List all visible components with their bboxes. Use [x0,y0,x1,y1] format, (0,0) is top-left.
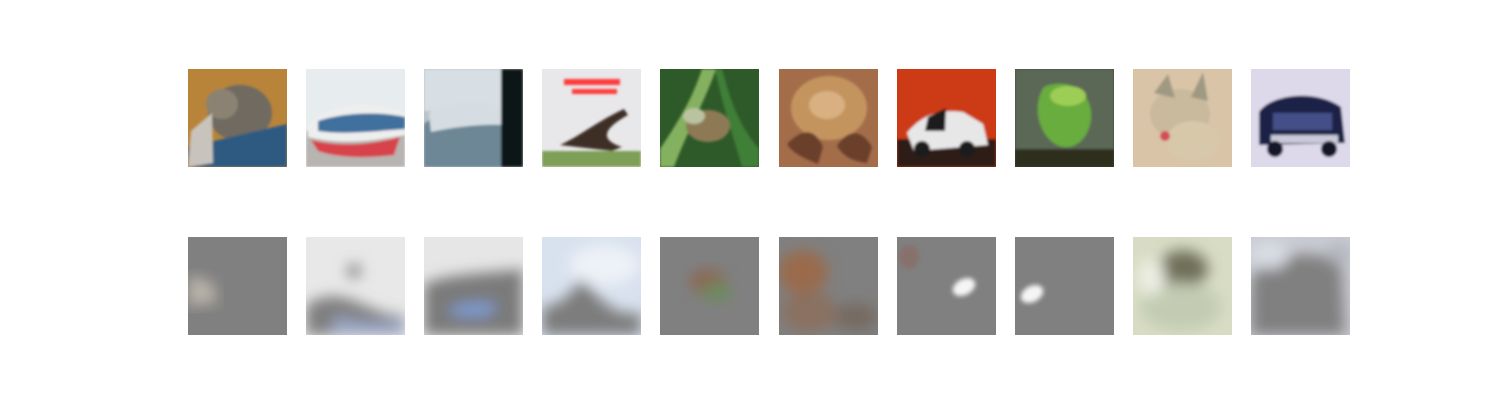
originals-image-7 [897,69,996,167]
reconstructions-tile-1 [188,237,287,335]
originals-row [188,69,1350,167]
reconstructions-tile-10 [1251,237,1350,335]
image-grid [0,0,1500,400]
reconstructions-image-2 [306,237,405,335]
reconstructions-tile-7 [897,237,996,335]
originals-image-9 [1133,69,1232,167]
originals-image-4 [542,69,641,167]
originals-image-5 [660,69,759,167]
originals-tile-4 [542,69,641,167]
reconstructions-tile-6 [779,237,878,335]
reconstructions-image-4 [542,237,641,335]
originals-tile-7 [897,69,996,167]
originals-tile-5 [660,69,759,167]
originals-image-3 [424,69,523,167]
originals-image-10 [1251,69,1350,167]
originals-tile-3 [424,69,523,167]
reconstructions-tile-9 [1133,237,1232,335]
reconstructions-image-7 [897,237,996,335]
reconstructions-tile-4 [542,237,641,335]
originals-tile-6 [779,69,878,167]
reconstructions-tile-3 [424,237,523,335]
originals-image-2 [306,69,405,167]
originals-tile-8 [1015,69,1114,167]
reconstructions-image-10 [1251,237,1350,335]
reconstructions-tile-2 [306,237,405,335]
originals-image-1 [188,69,287,167]
reconstructions-image-1 [188,237,287,335]
originals-tile-9 [1133,69,1232,167]
reconstructions-image-6 [779,237,878,335]
originals-image-6 [779,69,878,167]
originals-tile-1 [188,69,287,167]
originals-tile-10 [1251,69,1350,167]
reconstructions-tile-8 [1015,237,1114,335]
reconstructions-image-3 [424,237,523,335]
reconstructions-tile-5 [660,237,759,335]
originals-image-8 [1015,69,1114,167]
reconstructions-image-5 [660,237,759,335]
reconstructions-image-8 [1015,237,1114,335]
reconstructions-row [188,237,1350,335]
reconstructions-image-9 [1133,237,1232,335]
originals-tile-2 [306,69,405,167]
